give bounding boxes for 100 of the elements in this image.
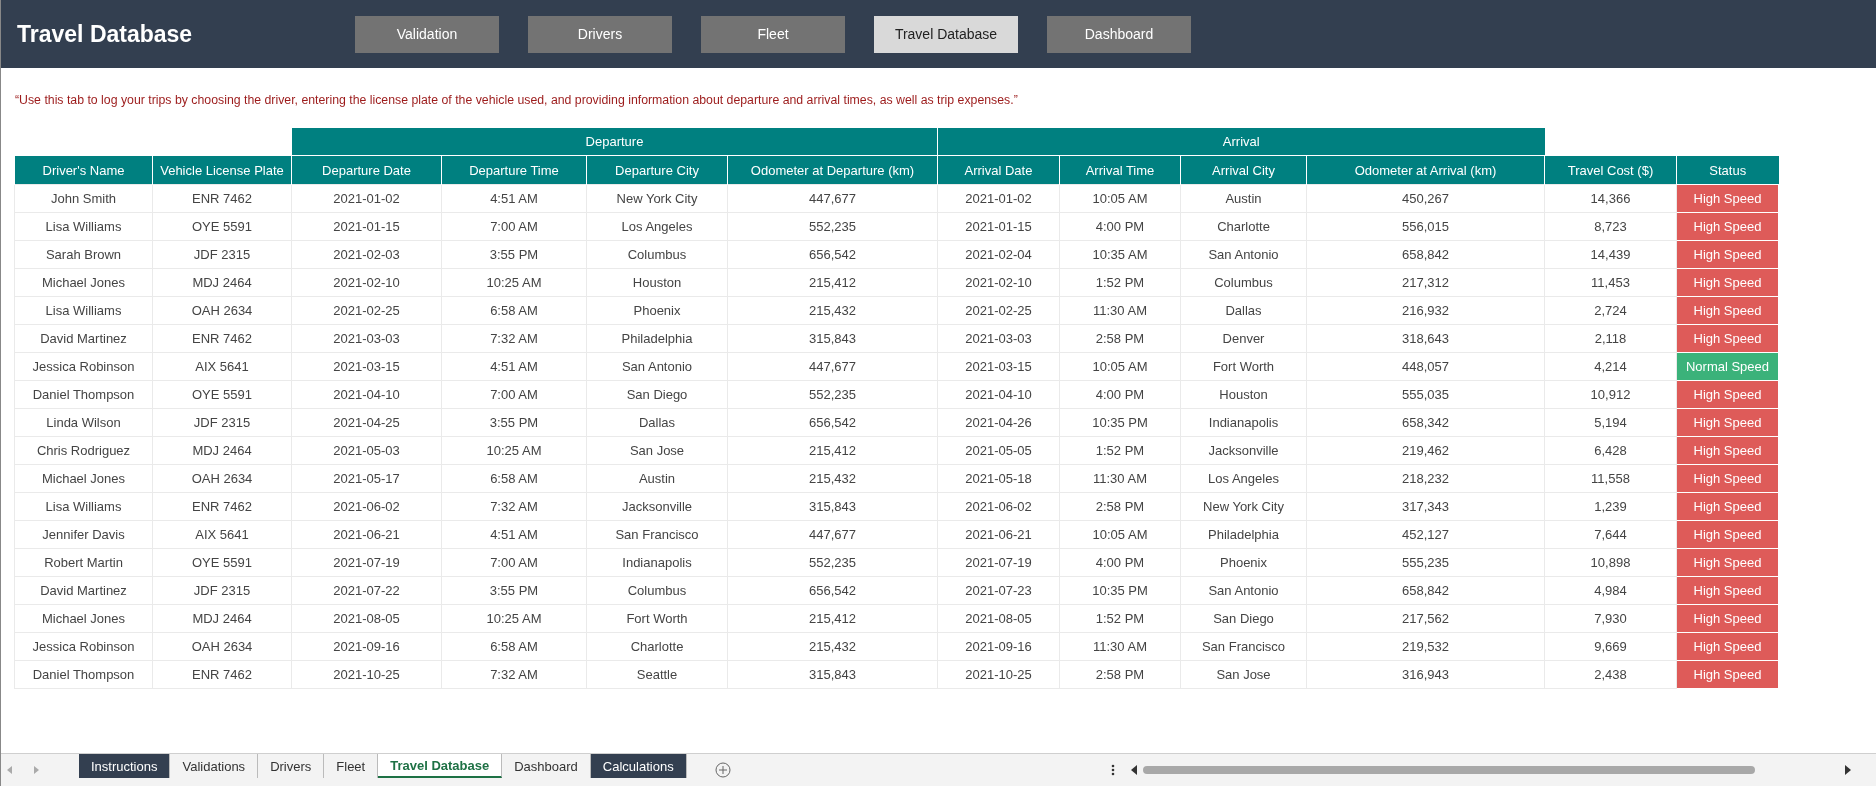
table-cell: 2021-05-17 [291, 464, 442, 493]
sheet-tab[interactable]: Validations [170, 754, 259, 778]
table-cell: San Jose [586, 436, 728, 465]
status-cell: High Speed [1676, 492, 1779, 521]
more-options-icon[interactable] [1110, 764, 1115, 776]
table-cell: 4:00 PM [1059, 548, 1181, 577]
table-cell: Denver [1180, 324, 1307, 353]
table-cell: 556,015 [1306, 212, 1545, 241]
column-header: Status [1676, 155, 1779, 185]
table-cell: 656,542 [727, 408, 938, 437]
table-cell: 316,943 [1306, 660, 1545, 689]
table-cell: 215,432 [727, 464, 938, 493]
table-cell: 2021-05-03 [291, 436, 442, 465]
nav-button[interactable]: Fleet [701, 15, 845, 53]
table-cell: Austin [586, 464, 728, 493]
table-cell: 2021-01-15 [937, 212, 1060, 241]
status-cell: Normal Speed [1676, 352, 1779, 381]
table-cell: 219,462 [1306, 436, 1545, 465]
sheet-tab[interactable]: Travel Database [378, 754, 503, 778]
table-cell: 2021-03-03 [291, 324, 442, 353]
table-cell: 8,723 [1544, 212, 1677, 241]
table-cell: 2021-02-25 [937, 296, 1060, 325]
table-cell: 215,412 [727, 604, 938, 633]
column-header: Arrival City [1180, 155, 1307, 185]
table-cell: 2021-03-15 [291, 352, 442, 381]
table-cell: David Martinez [14, 576, 153, 605]
sheet-tab[interactable]: Drivers [258, 754, 325, 778]
table-cell: 1:52 PM [1059, 436, 1181, 465]
table-cell: JDF 2315 [152, 240, 292, 269]
table-cell: 2021-09-16 [291, 632, 442, 661]
nav-button[interactable]: Dashboard [1047, 15, 1191, 53]
table-cell: ENR 7462 [152, 184, 292, 213]
horizontal-scrollbar[interactable] [1130, 764, 1851, 776]
nav-button[interactable]: Travel Database [874, 15, 1018, 53]
table-cell: 2021-02-03 [291, 240, 442, 269]
table-cell: 656,542 [727, 240, 938, 269]
status-cell: High Speed [1676, 240, 1779, 269]
column-header: Travel Cost ($) [1544, 155, 1677, 185]
table-cell: San Antonio [1180, 240, 1307, 269]
table-cell: 217,562 [1306, 604, 1545, 633]
table-cell: 2021-02-10 [937, 268, 1060, 297]
table-cell: Linda Wilson [14, 408, 153, 437]
table-cell: Houston [586, 268, 728, 297]
table-cell: 315,843 [727, 660, 938, 689]
column-header: Departure Date [291, 155, 442, 185]
table-cell: ENR 7462 [152, 324, 292, 353]
scroll-right-icon[interactable] [34, 766, 39, 774]
table-cell: 555,035 [1306, 380, 1545, 409]
table-cell: 2:58 PM [1059, 492, 1181, 521]
sheet-tab[interactable]: Instructions [79, 754, 171, 778]
table-cell: 217,312 [1306, 268, 1545, 297]
table-cell: New York City [586, 184, 728, 213]
table-cell: 2021-10-25 [291, 660, 442, 689]
table-cell: 315,843 [727, 492, 938, 521]
table-cell: 4:51 AM [441, 352, 587, 381]
table-cell: 317,343 [1306, 492, 1545, 521]
add-sheet-icon[interactable] [714, 762, 731, 778]
table-cell: 4:51 AM [441, 520, 587, 549]
table-cell: San Diego [1180, 604, 1307, 633]
table-cell: Michael Jones [14, 268, 153, 297]
table-cell: 11:30 AM [1059, 632, 1181, 661]
table-cell: Indianapolis [1180, 408, 1307, 437]
table-cell: Phoenix [1180, 548, 1307, 577]
table-cell: Indianapolis [586, 548, 728, 577]
column-header: Arrival Date [937, 155, 1060, 185]
table-cell: 14,366 [1544, 184, 1677, 213]
table-cell: 10:35 PM [1059, 576, 1181, 605]
group-header: Arrival [937, 128, 1545, 156]
table-cell: 215,412 [727, 268, 938, 297]
table-cell: 2,438 [1544, 660, 1677, 689]
table-cell: 2021-10-25 [937, 660, 1060, 689]
table-cell: Los Angeles [1180, 464, 1307, 493]
table-cell: 450,267 [1306, 184, 1545, 213]
table-cell: 216,932 [1306, 296, 1545, 325]
table-cell: 1:52 PM [1059, 268, 1181, 297]
table-cell: OAH 2634 [152, 296, 292, 325]
table-cell: Jessica Robinson [14, 632, 153, 661]
table-cell: 658,342 [1306, 408, 1545, 437]
sheet-tab[interactable]: Calculations [590, 754, 687, 778]
nav-button[interactable]: Validation [355, 15, 499, 53]
nav-button[interactable]: Drivers [528, 15, 672, 53]
table-cell: San Francisco [586, 520, 728, 549]
status-cell: High Speed [1676, 464, 1779, 493]
scroll-left-icon[interactable] [7, 766, 12, 774]
table-cell: 3:55 PM [441, 240, 587, 269]
table-cell: Dallas [586, 408, 728, 437]
table-cell: 215,432 [727, 632, 938, 661]
table-cell: San Antonio [586, 352, 728, 381]
table-cell: OAH 2634 [152, 464, 292, 493]
sheet-tab[interactable]: Dashboard [502, 754, 591, 778]
table-cell: 11:30 AM [1059, 296, 1181, 325]
status-cell: High Speed [1676, 576, 1779, 605]
table-cell: 4:00 PM [1059, 212, 1181, 241]
group-header: Departure [291, 128, 938, 156]
table-cell: 6:58 AM [441, 632, 587, 661]
table-cell: John Smith [14, 184, 153, 213]
table-cell: 9,669 [1544, 632, 1677, 661]
table-cell: 315,843 [727, 324, 938, 353]
table-cell: 2:58 PM [1059, 324, 1181, 353]
table-cell: 2021-03-03 [937, 324, 1060, 353]
